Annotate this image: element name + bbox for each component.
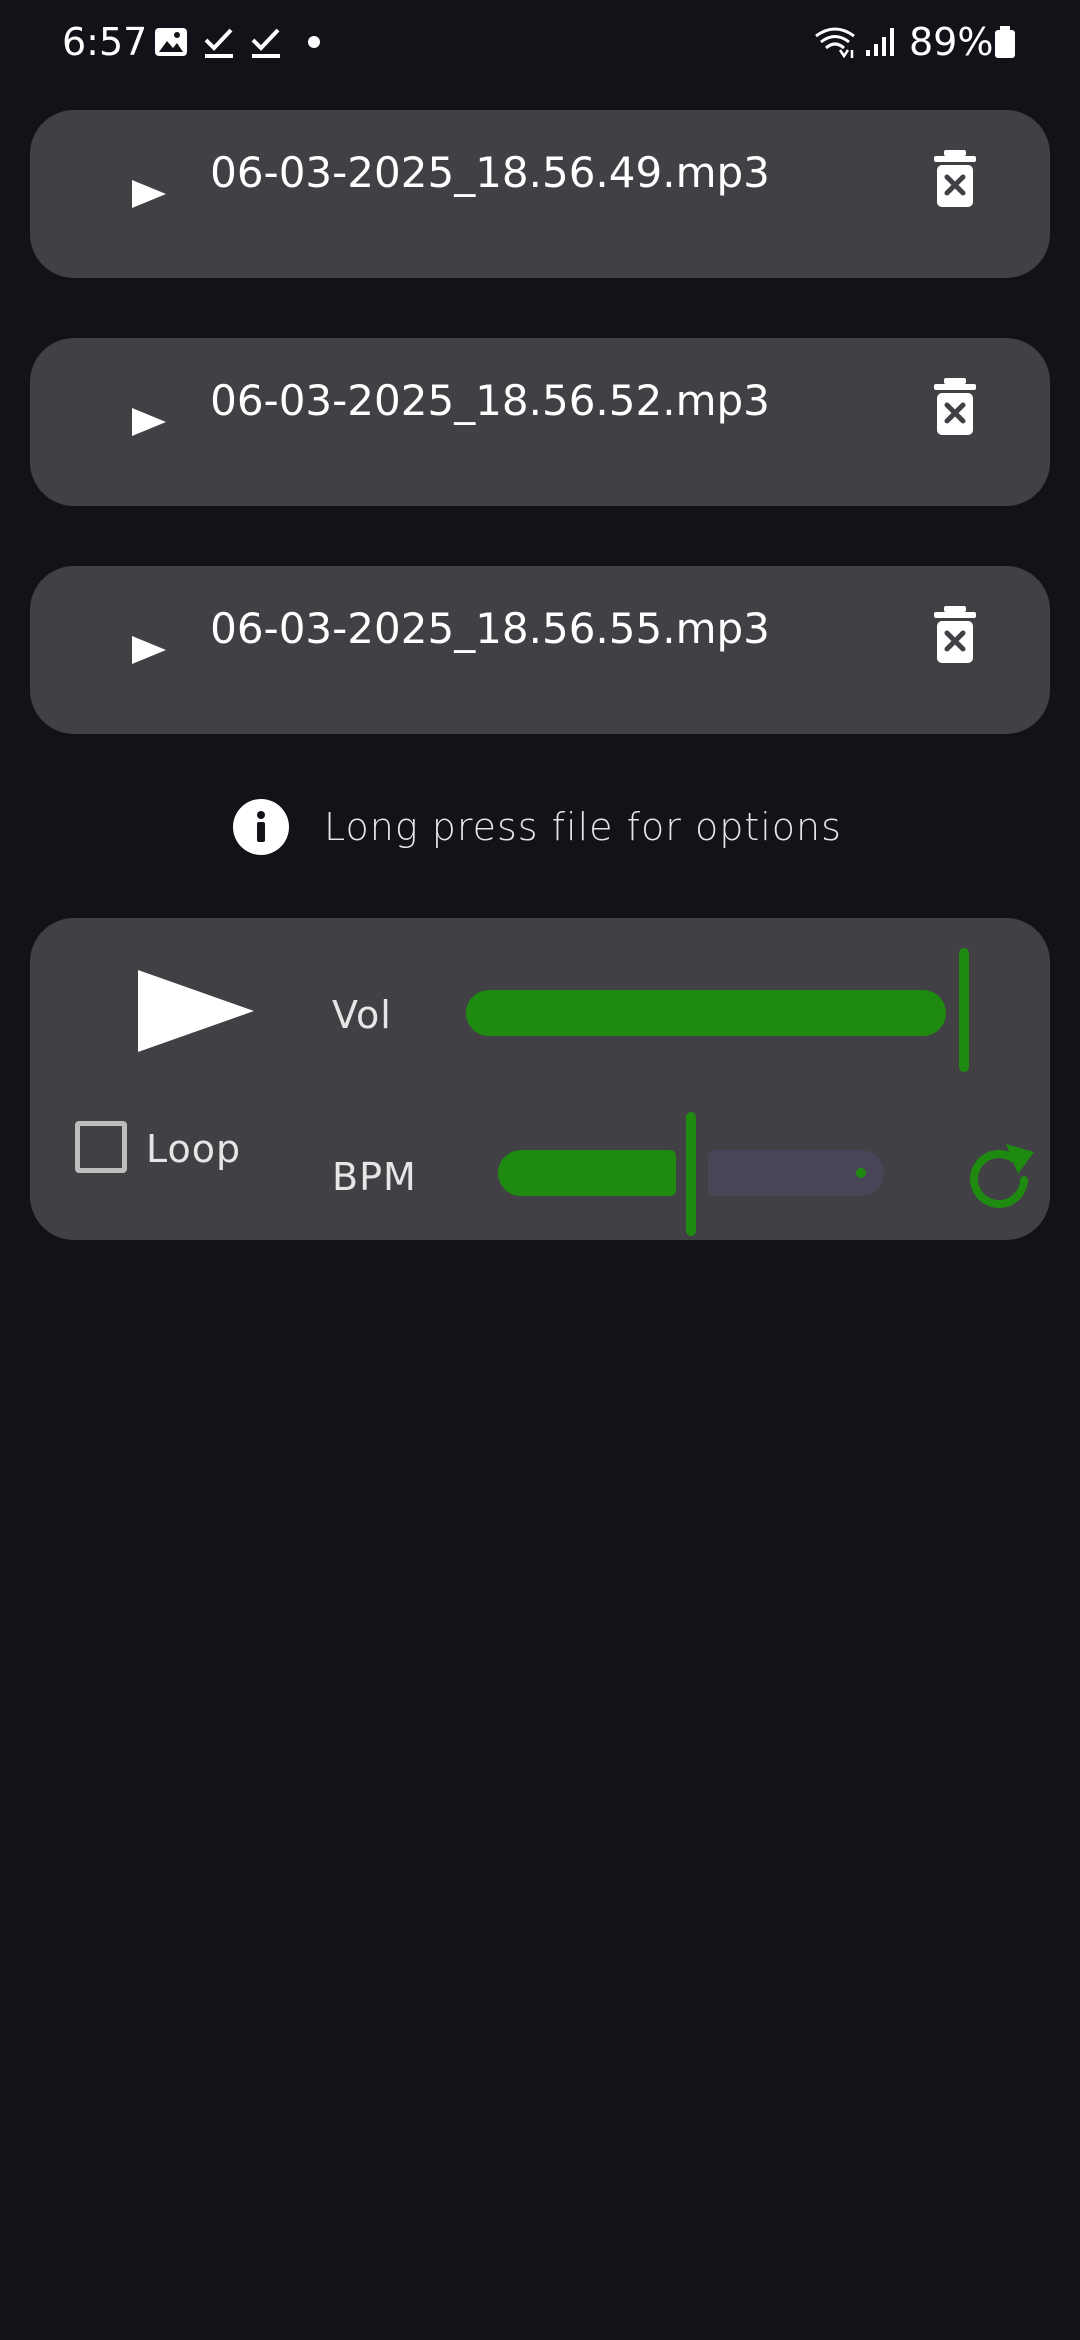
delete-icon[interactable] <box>930 604 980 666</box>
bpm-slider-stop-indicator <box>856 1168 866 1178</box>
play-icon[interactable] <box>112 620 170 680</box>
loop-label: Loop <box>146 1127 242 1171</box>
dot-icon <box>308 36 320 48</box>
play-icon[interactable] <box>112 392 170 452</box>
status-bar: 6:57 89% <box>0 0 1080 84</box>
file-name: 06-03-2025_18.56.52.mp3 <box>210 376 770 425</box>
play-icon[interactable] <box>112 164 170 224</box>
file-name: 06-03-2025_18.56.49.mp3 <box>210 148 770 197</box>
status-time: 6:57 <box>62 20 148 64</box>
bpm-slider-thumb[interactable] <box>686 1112 696 1236</box>
play-icon[interactable] <box>138 970 254 1052</box>
volume-slider-track[interactable] <box>466 990 946 1036</box>
wifi-icon <box>815 27 855 59</box>
file-card[interactable]: 06-03-2025_18.56.52.mp3 <box>30 338 1050 506</box>
volume-slider-thumb[interactable] <box>959 948 969 1072</box>
bpm-slider-active-track[interactable] <box>498 1150 676 1196</box>
check-icon <box>204 28 233 58</box>
loop-checkbox[interactable] <box>75 1121 127 1173</box>
info-text: Long press file for options <box>324 805 842 849</box>
delete-icon[interactable] <box>930 148 980 210</box>
battery-icon <box>995 26 1015 58</box>
file-card[interactable]: 06-03-2025_18.56.55.mp3 <box>30 566 1050 734</box>
delete-icon[interactable] <box>930 376 980 438</box>
file-name: 06-03-2025_18.56.55.mp3 <box>210 604 770 653</box>
bpm-label: BPM <box>332 1155 417 1199</box>
player-panel: Vol Loop BPM <box>30 918 1050 1240</box>
signal-icon <box>866 28 894 56</box>
info-icon <box>233 799 289 855</box>
reset-icon[interactable] <box>962 1140 1038 1216</box>
file-card[interactable]: 06-03-2025_18.56.49.mp3 <box>30 110 1050 278</box>
image-icon <box>155 28 187 56</box>
info-hint: Long press file for options <box>232 798 932 856</box>
battery-percent: 89% <box>909 20 994 64</box>
check-icon <box>251 28 280 58</box>
volume-label: Vol <box>332 993 392 1037</box>
